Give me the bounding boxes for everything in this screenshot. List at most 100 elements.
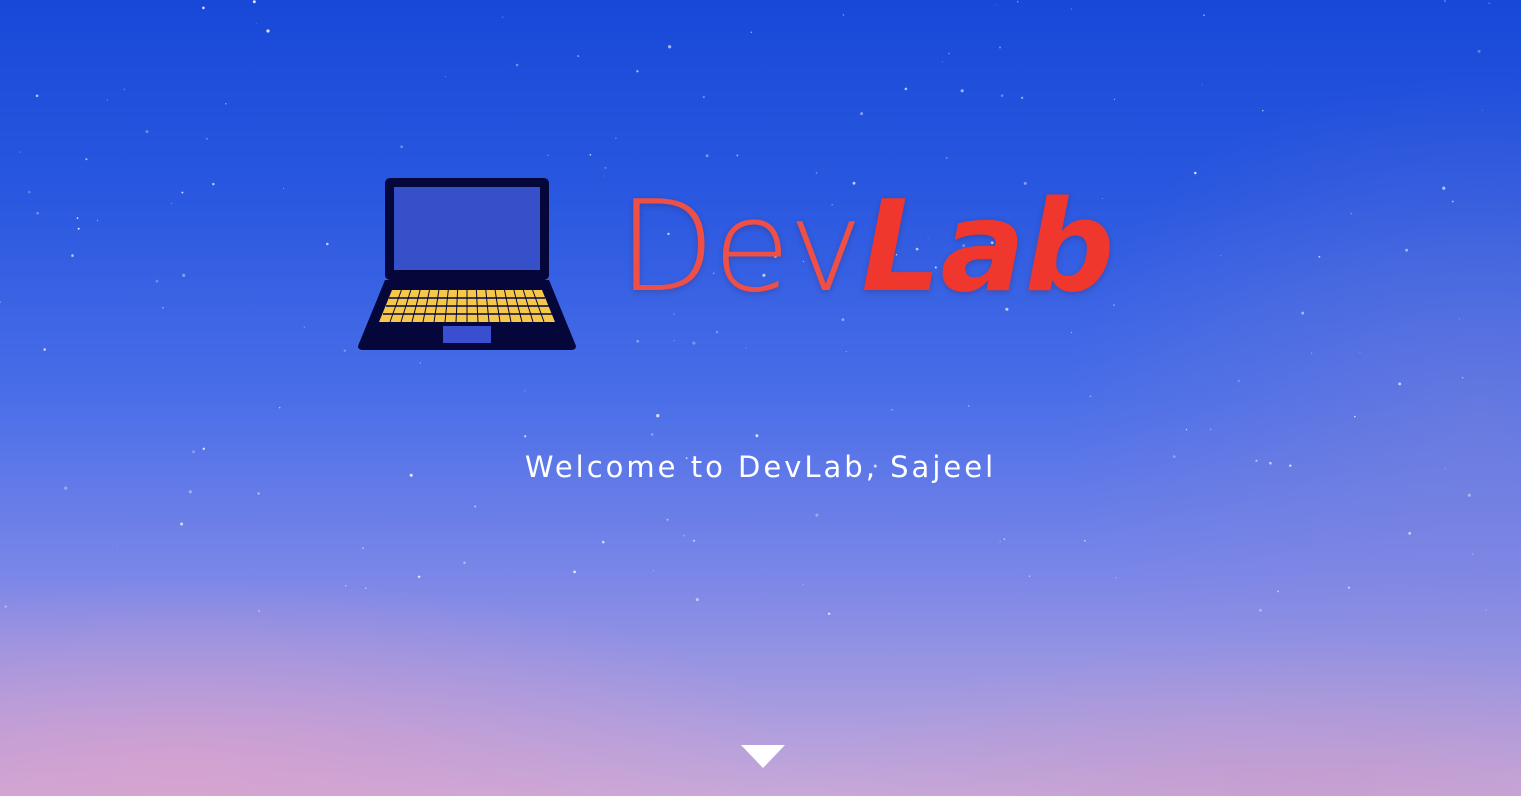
star <box>1261 109 1264 112</box>
brand-name-dev: Dev <box>618 173 863 320</box>
star <box>419 362 421 364</box>
star <box>1210 428 1212 430</box>
star <box>85 158 88 161</box>
star <box>1348 586 1350 589</box>
star <box>1071 8 1073 10</box>
star <box>405 592 407 594</box>
star <box>77 227 80 230</box>
star <box>417 575 421 579</box>
star <box>1220 254 1222 257</box>
star <box>258 610 261 613</box>
star <box>614 137 617 140</box>
star <box>400 145 403 149</box>
star <box>28 190 31 194</box>
star <box>35 94 39 98</box>
star <box>1359 351 1361 353</box>
star <box>802 584 804 586</box>
star <box>463 561 466 564</box>
star <box>547 154 549 157</box>
brand-name-lab: Lab <box>861 173 1115 320</box>
star <box>1485 609 1487 611</box>
triangle-down-icon[interactable] <box>740 744 786 770</box>
star <box>652 570 654 572</box>
star <box>447 618 449 620</box>
star <box>815 513 819 517</box>
star <box>573 570 576 574</box>
star <box>1114 98 1116 100</box>
star <box>1000 94 1004 97</box>
star <box>256 22 258 24</box>
star <box>1089 395 1092 398</box>
star <box>683 534 686 537</box>
star <box>1481 109 1483 111</box>
star <box>474 505 477 508</box>
star <box>666 518 669 521</box>
star <box>736 154 739 157</box>
star <box>515 63 519 67</box>
star <box>1398 382 1402 386</box>
star <box>257 492 260 495</box>
star <box>1115 577 1117 579</box>
star <box>1467 493 1471 497</box>
star <box>960 89 964 93</box>
star <box>705 154 709 158</box>
star <box>692 539 696 542</box>
laptop-icon <box>358 178 576 350</box>
star <box>650 433 654 436</box>
star <box>601 540 605 544</box>
star <box>1017 1 1019 3</box>
star <box>1405 248 1409 252</box>
star <box>998 46 1002 49</box>
star <box>1408 532 1412 535</box>
star <box>343 349 346 352</box>
star <box>212 182 215 186</box>
brand-wordmark: DevLab <box>618 182 1115 312</box>
star <box>1185 429 1188 431</box>
starfield-background <box>0 0 1490 620</box>
star <box>502 16 504 18</box>
star <box>252 0 256 4</box>
star <box>145 130 149 134</box>
star <box>1201 84 1204 86</box>
star <box>1318 255 1321 258</box>
star <box>750 31 753 34</box>
star <box>1194 171 1197 175</box>
star <box>161 306 164 309</box>
star <box>860 112 864 116</box>
star <box>948 52 951 55</box>
star <box>180 522 184 526</box>
star <box>64 486 68 490</box>
star <box>123 88 125 90</box>
star <box>19 151 21 153</box>
star <box>968 405 970 407</box>
star <box>827 612 831 616</box>
star <box>4 605 7 608</box>
star <box>1477 49 1481 53</box>
star <box>945 156 948 159</box>
star <box>994 4 996 6</box>
star <box>1028 575 1031 577</box>
star <box>695 598 699 602</box>
star <box>1488 2 1490 4</box>
devlab-logo: DevLab <box>356 176 1156 356</box>
star <box>0 301 2 304</box>
star <box>702 96 705 99</box>
star <box>589 153 592 156</box>
welcome-message: Welcome to DevLab, Sajeel <box>524 450 997 484</box>
star <box>577 55 580 58</box>
star <box>365 587 367 589</box>
star <box>266 29 270 33</box>
star <box>842 14 845 16</box>
star <box>1442 186 1446 190</box>
star <box>36 212 39 215</box>
star <box>604 166 607 170</box>
star <box>188 490 192 494</box>
star <box>1301 311 1305 315</box>
star <box>96 219 99 222</box>
star <box>71 254 74 257</box>
star <box>202 6 205 10</box>
star <box>303 326 306 329</box>
star <box>1444 0 1446 2</box>
star <box>1237 379 1240 382</box>
star <box>656 414 660 418</box>
